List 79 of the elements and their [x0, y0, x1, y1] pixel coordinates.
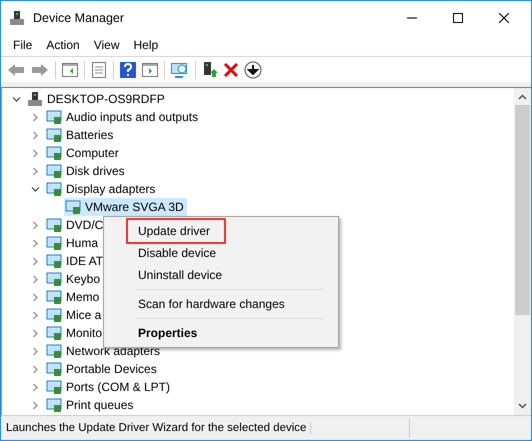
device-icon	[46, 289, 62, 305]
expand-chevron-icon[interactable]	[31, 220, 40, 230]
tree-item[interactable]: DVD/C	[45, 216, 106, 234]
monitor-search-icon[interactable]	[171, 62, 189, 78]
expand-chevron-icon[interactable]	[31, 328, 40, 338]
tree-item[interactable]: Batteries	[45, 126, 116, 144]
download-icon[interactable]	[244, 60, 262, 78]
properties-icon[interactable]	[91, 62, 107, 78]
delete-icon[interactable]	[224, 62, 238, 76]
menu-item[interactable]: View	[86, 36, 126, 54]
tree-item[interactable]: Print queues	[45, 396, 136, 414]
device-icon	[46, 181, 62, 197]
tree-item[interactable]: Mice a	[45, 306, 104, 324]
forward-arrow-icon[interactable]	[31, 62, 49, 76]
device-icon	[65, 199, 81, 215]
expand-chevron-icon[interactable]	[31, 292, 40, 302]
expand-chevron-icon[interactable]	[31, 148, 40, 158]
device-icon	[46, 307, 62, 323]
help-icon[interactable]	[120, 62, 136, 78]
device-icon	[46, 271, 62, 287]
device-icon	[46, 235, 62, 251]
app-icon	[9, 10, 25, 26]
scroll-thumb[interactable]	[515, 105, 530, 315]
menu-item[interactable]: Uninstall device	[106, 264, 328, 286]
scrollbar[interactable]	[514, 87, 531, 415]
device-icon	[46, 109, 62, 125]
tree-item[interactable]: Portable Devices	[45, 360, 160, 378]
expand-chevron-icon[interactable]	[31, 382, 40, 392]
device-icon	[46, 217, 62, 233]
panel-icon[interactable]	[62, 62, 78, 76]
expand-chevron-icon[interactable]	[31, 274, 40, 284]
device-icon	[46, 397, 62, 413]
panel-icon[interactable]	[142, 62, 158, 76]
tree-item[interactable]: Network adapters	[45, 342, 164, 360]
device-icon	[46, 163, 62, 179]
expand-chevron-icon[interactable]	[31, 310, 40, 320]
collapse-chevron-icon[interactable]	[31, 184, 40, 194]
device-icon	[46, 325, 62, 341]
expand-chevron-icon[interactable]	[31, 166, 40, 176]
tree-item[interactable]: IDE AT	[45, 252, 106, 270]
device-update-icon[interactable]	[202, 60, 218, 78]
expand-chevron-icon[interactable]	[31, 400, 40, 410]
expand-chevron-icon[interactable]	[31, 130, 40, 140]
tree-item[interactable]: Keybo	[45, 270, 104, 288]
tree-item[interactable]: Audio inputs and outputs	[45, 108, 202, 126]
back-arrow-icon[interactable]	[7, 62, 25, 76]
menu-item[interactable]: File	[6, 36, 40, 54]
tree-item[interactable]: VMware SVGA 3D	[64, 198, 187, 216]
tree-item[interactable]: Disk drives	[45, 162, 128, 180]
menu-item[interactable]: Help	[126, 36, 166, 54]
tree-item[interactable]: Ports (COM & LPT)	[45, 378, 174, 396]
expand-chevron-icon[interactable]	[31, 112, 40, 122]
expand-chevron-icon[interactable]	[31, 256, 40, 266]
device-icon	[46, 127, 62, 143]
expand-chevron-icon[interactable]	[31, 364, 40, 374]
device-icon	[46, 361, 62, 377]
tree-item[interactable]: Huma	[45, 234, 102, 252]
device-icon	[46, 145, 62, 161]
status-text: Launches the Update Driver Wizard for the selected device	[1, 422, 312, 434]
device-icon	[46, 379, 62, 395]
tree-item[interactable]: Display adapters	[45, 180, 158, 198]
menu-item[interactable]: Update driver	[128, 220, 224, 242]
scroll-down-icon[interactable]	[518, 403, 527, 409]
menu-item[interactable]: Action	[39, 36, 87, 54]
expand-chevron-icon[interactable]	[31, 346, 40, 356]
window-title: Device Manager	[33, 10, 124, 24]
tree-item[interactable]: Computer	[45, 144, 122, 162]
tree-item[interactable]: DESKTOP-OS9RDFP	[26, 90, 168, 108]
tree-item[interactable]: Monito	[45, 324, 106, 342]
scroll-up-icon[interactable]	[518, 94, 527, 100]
menu-item[interactable]: Disable device	[106, 242, 328, 264]
collapse-chevron-icon[interactable]	[12, 94, 21, 104]
computer-icon	[27, 91, 43, 107]
expand-chevron-icon[interactable]	[31, 238, 40, 248]
close-icon[interactable]	[499, 12, 509, 22]
device-icon	[46, 253, 62, 269]
tree-item[interactable]: Memo	[45, 288, 102, 306]
maximize-icon[interactable]	[453, 12, 463, 22]
device-icon	[46, 343, 62, 359]
